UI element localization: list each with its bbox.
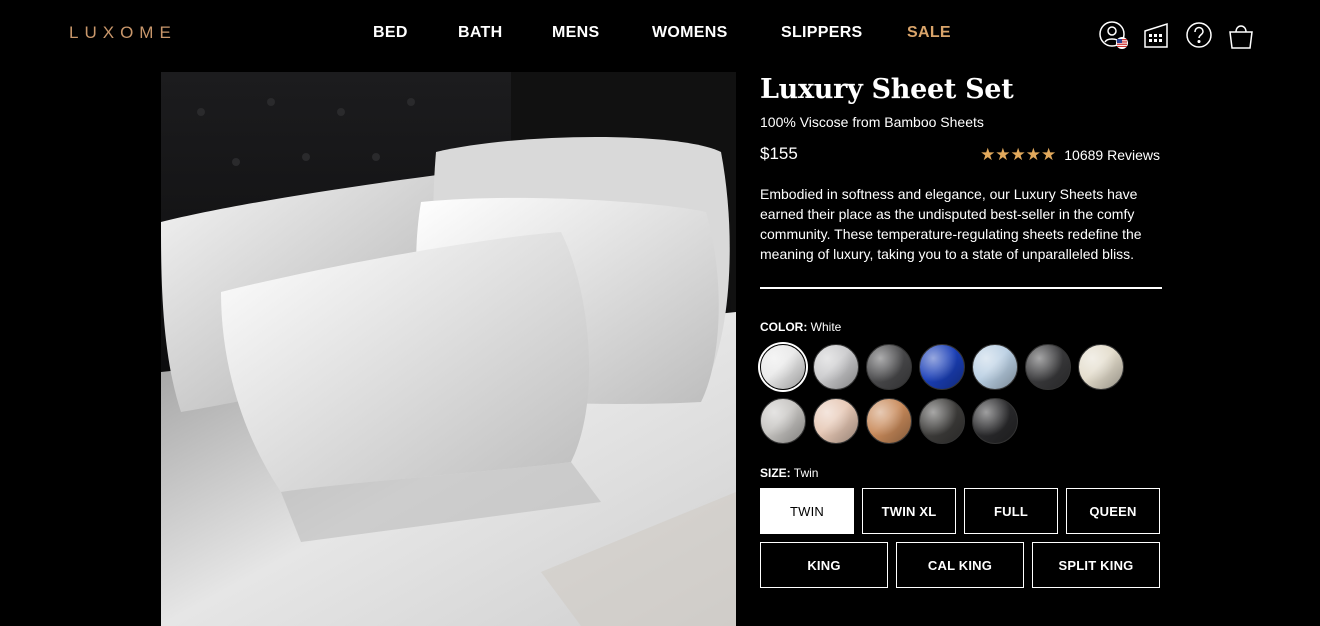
size-selected-value: Twin [793,466,819,480]
product-title: Luxury Sheet Set [760,74,1014,105]
color-swatch[interactable] [972,398,1018,444]
star-rating-icon: ★★★★★ [980,145,1057,164]
size-option-twin[interactable]: TWIN [760,488,854,534]
reviews-link[interactable]: 10689 Reviews [1064,147,1160,163]
size-option-king[interactable]: KING [760,542,888,588]
color-swatch[interactable] [866,344,912,390]
color-swatch[interactable] [760,398,806,444]
color-swatch[interactable] [813,398,859,444]
price-rating-row: $155 ★★★★★ 10689 Reviews [760,144,1162,168]
color-swatch[interactable] [919,398,965,444]
size-label-title: SIZE: [760,466,791,480]
color-label: COLOR: White [760,320,1162,334]
shopping-bag-icon[interactable] [1226,20,1256,50]
color-selected-value: White [810,320,842,334]
product-details: Luxury Sheet Set 100% Viscose from Bambo… [760,72,1162,588]
swatch-row [760,398,1162,444]
color-swatch[interactable] [760,344,806,390]
size-option-split-king[interactable]: SPLIT KING [1032,542,1160,588]
divider [760,287,1162,289]
account-us-flag-icon[interactable] [1098,20,1128,50]
size-option-twin-xl[interactable]: TWIN XL [862,488,956,534]
help-icon[interactable] [1184,20,1214,50]
nav-item-bed[interactable]: BED [373,24,408,42]
product-subtitle: 100% Viscose from Bamboo Sheets [760,114,984,130]
size-option-full[interactable]: FULL [964,488,1058,534]
nav-item-sale[interactable]: SALE [907,24,951,42]
size-option-queen[interactable]: QUEEN [1066,488,1160,534]
swatch-row [760,344,1162,390]
site-header: LUXOME BED BATH MENS WOMENS SLIPPERS SAL… [0,0,1320,68]
size-options: TWIN TWIN XL FULL QUEEN KING CAL KING SP… [760,488,1162,588]
color-swatch[interactable] [919,344,965,390]
product-price: $155 [760,144,798,163]
header-icons [1098,20,1258,54]
color-swatch[interactable] [972,344,1018,390]
store-locator-icon[interactable] [1141,20,1171,50]
color-swatch[interactable] [813,344,859,390]
color-label-title: COLOR: [760,320,808,334]
nav-item-mens[interactable]: MENS [552,24,599,42]
color-swatch[interactable] [866,398,912,444]
size-label: SIZE: Twin [760,466,1162,480]
size-option-cal-king[interactable]: CAL KING [896,542,1024,588]
color-swatches [760,344,1162,444]
nav-item-bath[interactable]: BATH [458,24,502,42]
bed-sheets-photo [161,72,736,626]
color-swatch[interactable] [1025,344,1071,390]
product-description: Embodied in softness and elegance, our L… [760,186,1142,262]
nav-item-womens[interactable]: WOMENS [652,24,728,42]
nav-item-slippers[interactable]: SLIPPERS [781,24,863,42]
color-swatch[interactable] [1078,344,1124,390]
product-image[interactable] [161,72,736,626]
product-rating[interactable]: ★★★★★ 10689 Reviews [980,146,1160,163]
